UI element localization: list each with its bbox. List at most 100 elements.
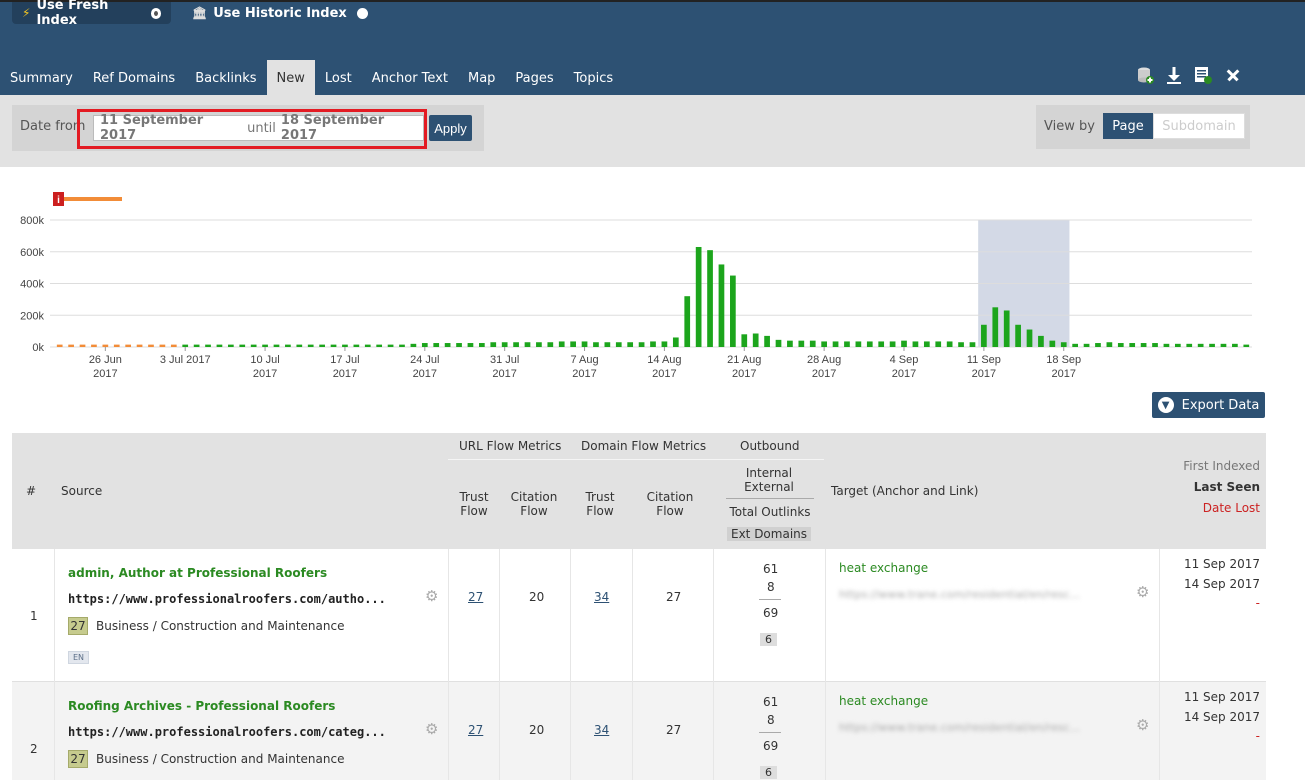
radio-selected-icon[interactable] [150,7,161,19]
chart-bar [627,342,634,347]
export-data-button[interactable]: ▼ Export Data [1152,392,1265,418]
view-by-label: View by [1044,119,1095,134]
total-outlinks: 69 [763,606,779,620]
header-last-seen[interactable]: Last Seen [1172,480,1260,494]
chart-bar [1197,343,1204,347]
header-domain-citation-flow[interactable]: Citation Flow [644,490,696,518]
tab-topics[interactable]: Topics [564,60,623,97]
x-tick-label: 26 Jun [89,354,122,366]
tab-ref-domains[interactable]: Ref Domains [83,60,185,97]
header-first-indexed[interactable]: First Indexed [1172,459,1260,473]
chart-bar [307,344,314,347]
topic-category[interactable]: Business / Construction and Maintenance [96,619,344,633]
tab-backlinks[interactable]: Backlinks [185,60,266,97]
header-ext-domains[interactable]: Ext Domains [727,527,811,541]
url-trust-flow-cell: 27 [449,549,500,682]
chart-bar [524,342,531,347]
chart-bar [844,341,850,347]
database-add-icon[interactable] [1136,66,1154,84]
chart-bar [981,324,987,347]
chart-bar [330,344,337,347]
fresh-index-toggle[interactable]: ⚡ Use Fresh Index [12,0,171,28]
tab-new[interactable]: New [266,60,315,97]
gear-icon[interactable]: ⚙ [425,720,438,738]
url-citation-flow: 20 [529,723,545,737]
header-source[interactable]: Source [61,484,102,498]
x-tick-label: 28 Aug [807,354,841,366]
chart-bar [262,344,268,347]
tab-lost[interactable]: Lost [315,60,362,97]
gear-icon[interactable]: ⚙ [1136,716,1149,734]
view-page-button[interactable]: Page [1103,113,1153,139]
x-tick-label-year: 2017 [93,368,117,380]
spreadsheet-icon[interactable] [1194,66,1212,84]
view-by-box: View by Page Subdomain [1036,105,1250,149]
gear-icon[interactable]: ⚙ [1136,583,1149,601]
chart-bar [946,341,953,347]
chart-bar [809,340,816,347]
tools-icon[interactable] [1224,66,1242,84]
domain-trust-flow[interactable]: 34 [594,723,609,737]
chart-bar [444,343,451,347]
view-subdomain-button[interactable]: Subdomain [1153,113,1245,139]
chart-bar [113,344,120,347]
chart-svg: 0k 200k 400k 600k 800k 26 Jun 2017 3 Jul 2017 10… [20,192,1252,380]
chart-bar [273,344,280,347]
download-icon[interactable] [1166,66,1182,84]
url-citation-flow: 20 [529,590,545,604]
tab-anchor-text[interactable]: Anchor Text [362,60,458,97]
bank-icon: 🏛 [192,6,208,20]
header-domain-trust-flow[interactable]: Trust Flow [578,490,622,518]
x-tick-label: 4 Sep [890,354,919,366]
chart-bar [479,343,485,347]
header-url-citation-flow[interactable]: Citation Flow [508,490,560,518]
source-url[interactable]: https://www.professionalroofers.com/auth… [68,592,386,606]
chart-bar [752,333,759,347]
chart-bar [593,342,599,347]
source-topic: 27 Business / Construction and Maintenan… [68,617,344,635]
domain-trust-flow[interactable]: 34 [594,590,609,604]
date-range-input[interactable]: 11 September 2017 until 18 September 201… [93,113,424,143]
url-trust-flow[interactable]: 27 [468,590,483,604]
chart-bar [79,344,86,347]
x-tick-label: 31 Jul [490,354,519,366]
header-total-outlinks[interactable]: Total Outlinks [726,505,814,519]
row-num-cell: 2 [12,682,55,780]
x-tick-label: 17 Jul [330,354,359,366]
tab-summary[interactable]: Summary [0,60,83,97]
topic-category[interactable]: Business / Construction and Maintenance [96,752,344,766]
historic-index-toggle[interactable]: 🏛 Use Historic Index [192,2,368,24]
chart-bar [547,342,554,347]
apply-button[interactable]: Apply [429,115,472,141]
source-topic: 27 Business / Construction and Maintenan… [68,750,344,768]
outbound-cell: 61 8 69 6 [714,549,826,682]
header-internal[interactable]: Internal [726,466,812,480]
radio-unselected-icon[interactable] [356,7,368,19]
tab-map[interactable]: Map [458,60,505,97]
target-url[interactable]: https://www.trane.com/residential/en/res… [839,721,1080,734]
chart-bar [490,342,497,347]
chart-bar [1174,343,1181,347]
chart-bar [1072,343,1079,347]
source-title[interactable]: admin, Author at Professional Roofers [68,566,327,580]
header-url-trust-flow[interactable]: Trust Flow [452,490,496,518]
export-data-label: Export Data [1181,397,1260,413]
chart-bar [193,344,200,347]
ext-domains: 6 [760,766,777,779]
target-url[interactable]: https://www.trane.com/residential/en/res… [839,588,1080,601]
chart-bar [615,342,622,347]
header-target: Target (Anchor and Link) [831,484,979,498]
source-title[interactable]: Roofing Archives - Professional Roofers [68,699,335,713]
gear-icon[interactable]: ⚙ [425,587,438,605]
table-row: 1 admin, Author at Professional Roofers … [12,549,1266,682]
header-date-lost[interactable]: Date Lost [1172,501,1260,515]
source-url[interactable]: https://www.professionalroofers.com/cate… [68,725,386,739]
tab-pages[interactable]: Pages [505,60,563,97]
chart-bar [250,344,257,347]
header-external[interactable]: External [726,480,812,494]
url-trust-flow[interactable]: 27 [468,723,483,737]
chart-bar [296,344,303,347]
chart-bar [1003,310,1010,347]
chart-bar [205,344,211,347]
x-tick-label: 14 Aug [647,354,681,366]
